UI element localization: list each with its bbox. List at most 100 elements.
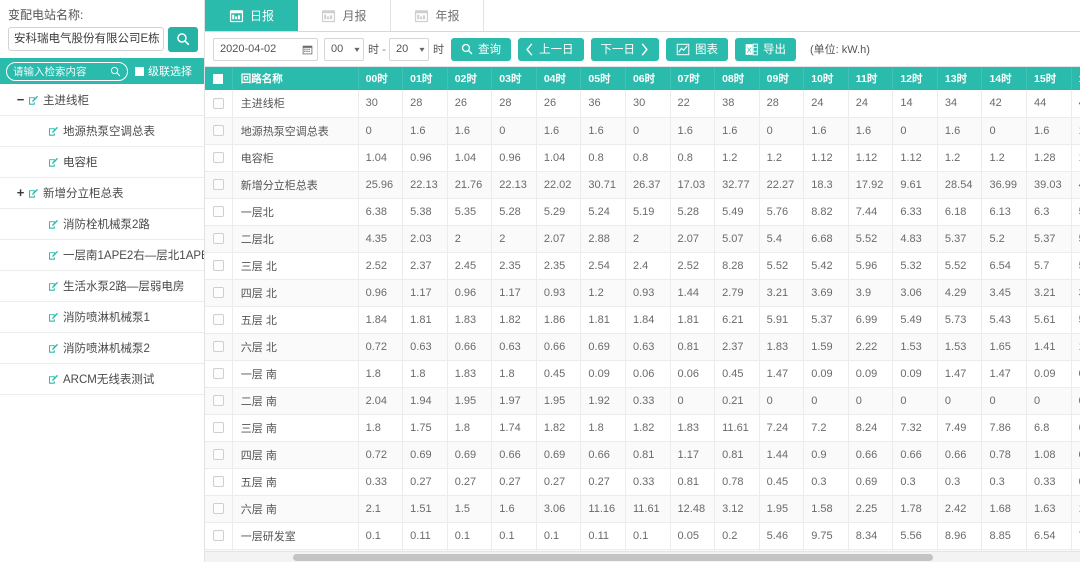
table-row[interactable]: 一层研发室0.10.110.10.10.10.110.10.050.25.469…: [205, 522, 1080, 549]
tree-node-6[interactable]: ·生活水泵2路—层弱电房: [0, 271, 204, 302]
row-checkbox[interactable]: [205, 198, 232, 225]
table-row[interactable]: 三层 北2.522.372.452.352.352.542.42.528.285…: [205, 252, 1080, 279]
hour-to-select[interactable]: 20 ▾: [389, 38, 429, 61]
hour-from-select[interactable]: 00 ▾: [324, 38, 364, 61]
column-header-hour-5: 05时: [581, 67, 626, 90]
tree-node-2[interactable]: ·电容柜: [0, 147, 204, 178]
row-checkbox[interactable]: [205, 333, 232, 360]
checkbox-icon: [213, 530, 224, 541]
row-checkbox[interactable]: [205, 252, 232, 279]
station-name-input[interactable]: 安科瑞电气股份有限公司E栋: [8, 27, 164, 51]
row-circuit-name: 四层 南: [232, 441, 358, 468]
select-all-checkbox[interactable]: [205, 67, 232, 90]
table-row[interactable]: 四层 北0.961.170.961.170.931.20.931.442.793…: [205, 279, 1080, 306]
cell-r12-h5: 1.8: [581, 414, 626, 441]
prev-day-button[interactable]: 上一日: [518, 38, 584, 61]
cell-r9-h9: 1.83: [759, 333, 804, 360]
expand-icon[interactable]: +: [14, 188, 27, 198]
row-checkbox[interactable]: [205, 90, 232, 117]
tree-node-3[interactable]: + 新增分立柜总表: [0, 178, 204, 209]
cell-r5-h6: 2: [625, 225, 670, 252]
cell-r0-h13: 34: [937, 90, 982, 117]
column-header-hour-0: 00时: [358, 67, 403, 90]
cell-r5-h5: 2.88: [581, 225, 626, 252]
row-checkbox[interactable]: [205, 441, 232, 468]
row-checkbox[interactable]: [205, 225, 232, 252]
tree-node-7[interactable]: ·消防喷淋机械泵1: [0, 302, 204, 333]
cell-r2-h11: 1.12: [848, 144, 893, 171]
table-row[interactable]: 电容柜1.040.961.040.961.040.80.80.81.21.21.…: [205, 144, 1080, 171]
table-row[interactable]: 二层 南2.041.941.951.971.951.920.3300.21000…: [205, 387, 1080, 414]
row-checkbox[interactable]: [205, 279, 232, 306]
cell-r6-h13: 5.52: [937, 252, 982, 279]
cell-r10-h16: 0.09: [1071, 360, 1080, 387]
row-checkbox[interactable]: [205, 306, 232, 333]
table-row[interactable]: 四层 南0.720.690.690.660.690.660.811.170.81…: [205, 441, 1080, 468]
hour-unit-to: 时: [433, 41, 444, 57]
table-row[interactable]: 地源热泵空调总表01.61.601.61.601.61.601.61.601.6…: [205, 117, 1080, 144]
cell-r14-h5: 0.27: [581, 468, 626, 495]
cell-r9-h3: 0.63: [492, 333, 537, 360]
tree-search-input[interactable]: 请输入检索内容: [6, 62, 128, 81]
cell-r12-h16: 6.91: [1071, 414, 1080, 441]
cell-r14-h6: 0.33: [625, 468, 670, 495]
table-row[interactable]: 三层 南1.81.751.81.741.821.81.821.8311.617.…: [205, 414, 1080, 441]
row-checkbox[interactable]: [205, 387, 232, 414]
station-search-button[interactable]: [168, 27, 198, 52]
column-header-hour-16: 16时: [1071, 67, 1080, 90]
cell-r14-h15: 0.33: [1027, 468, 1072, 495]
row-checkbox[interactable]: [205, 117, 232, 144]
cell-r5-h9: 5.4: [759, 225, 804, 252]
tree-node-0[interactable]: −主进线柜: [0, 85, 204, 116]
tree-node-5[interactable]: ·一层南1APE2右—层北1APE1左: [0, 240, 204, 271]
export-button[interactable]: X 导出: [735, 38, 796, 61]
tab-monthly[interactable]: 月报: [298, 0, 391, 31]
table-row[interactable]: 一层北6.385.385.355.285.295.245.195.285.495…: [205, 198, 1080, 225]
table-row[interactable]: 二层北4.352.03222.072.8822.075.075.46.685.5…: [205, 225, 1080, 252]
row-checkbox[interactable]: [205, 522, 232, 549]
row-checkbox[interactable]: [205, 414, 232, 441]
query-button[interactable]: 查询: [451, 38, 511, 61]
cell-r13-h9: 1.44: [759, 441, 804, 468]
cell-r1-h16: 1.6: [1071, 117, 1080, 144]
column-header-hour-12: 12时: [893, 67, 938, 90]
table-row[interactable]: 新增分立柜总表25.9622.1321.7622.1322.0230.7126.…: [205, 171, 1080, 198]
tree-node-label: 新增分立柜总表: [43, 185, 124, 201]
table-row[interactable]: 六层 南2.11.511.51.63.0611.1611.6112.483.12…: [205, 495, 1080, 522]
cell-r11-h1: 1.94: [403, 387, 448, 414]
tree-node-9[interactable]: ·ARCM无线表测试: [0, 364, 204, 395]
cell-r13-h4: 0.69: [536, 441, 581, 468]
cell-r14-h7: 0.81: [670, 468, 715, 495]
table-row[interactable]: 主进线柜302826282636302238282424143442444844…: [205, 90, 1080, 117]
search-icon: [176, 32, 190, 46]
tab-daily[interactable]: 日报: [205, 0, 298, 31]
date-picker[interactable]: 2020-04-02: [213, 38, 318, 61]
cell-r3-h1: 22.13: [403, 171, 448, 198]
row-checkbox[interactable]: [205, 144, 232, 171]
column-header-hour-4: 04时: [536, 67, 581, 90]
cell-r11-h7: 0: [670, 387, 715, 414]
table-row[interactable]: 五层 北1.841.811.831.821.861.811.841.816.21…: [205, 306, 1080, 333]
cell-r8-h2: 1.83: [447, 306, 492, 333]
chart-button[interactable]: 图表: [666, 38, 728, 61]
tree-node-4[interactable]: ·消防栓机械泵2路: [0, 209, 204, 240]
row-checkbox[interactable]: [205, 171, 232, 198]
tree-node-8[interactable]: ·消防喷淋机械泵2: [0, 333, 204, 364]
row-circuit-name: 三层 北: [232, 252, 358, 279]
tree-node-1[interactable]: ·地源热泵空调总表: [0, 116, 204, 147]
tab-yearly[interactable]: 年报: [391, 0, 484, 31]
table-row[interactable]: 五层 南0.330.270.270.270.270.270.330.810.78…: [205, 468, 1080, 495]
cascade-select-checkbox[interactable]: 级联选择: [135, 63, 192, 79]
horizontal-scrollbar[interactable]: [205, 551, 1080, 562]
cell-r5-h8: 5.07: [715, 225, 760, 252]
cell-r4-h9: 5.76: [759, 198, 804, 225]
cell-r8-h10: 5.37: [804, 306, 849, 333]
row-checkbox[interactable]: [205, 360, 232, 387]
horizontal-scrollbar-thumb[interactable]: [293, 554, 933, 561]
row-checkbox[interactable]: [205, 495, 232, 522]
table-row[interactable]: 一层 南1.81.81.831.80.450.090.060.060.451.4…: [205, 360, 1080, 387]
table-row[interactable]: 六层 北0.720.630.660.630.660.690.630.812.37…: [205, 333, 1080, 360]
row-checkbox[interactable]: [205, 468, 232, 495]
next-day-button[interactable]: 下一日: [591, 38, 660, 61]
collapse-icon[interactable]: −: [14, 95, 27, 105]
